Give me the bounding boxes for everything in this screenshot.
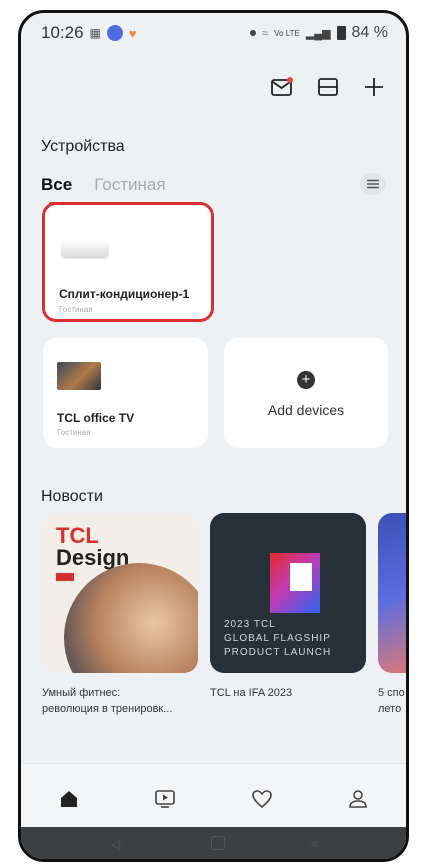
news-text-2: GLOBAL FLAGSHIP — [224, 633, 331, 644]
media-icon — [155, 790, 176, 808]
bottom-navigation — [21, 763, 406, 834]
news-title: Новости — [41, 488, 103, 505]
nav-media[interactable] — [151, 785, 179, 813]
news-text-1: 2023 TCL — [224, 619, 276, 630]
news-caption-line: лето — [378, 703, 402, 715]
news-text-3: PRODUCT LAUNCH — [224, 647, 332, 658]
news-caption-line: Умный фитнес: — [42, 687, 121, 699]
phone-frame: 10:26 ▦ ♥ ≈ Vo LTE ▂▄▆ 84 % Устройства В… — [18, 10, 409, 862]
news-card-fitness[interactable]: TCL Design — [42, 513, 198, 673]
add-devices-label: Add devices — [267, 402, 345, 418]
dot-icon — [249, 30, 256, 36]
device-tabs: Все Гостиная — [41, 175, 166, 205]
status-bar: 10:26 ▦ ♥ ≈ Vo LTE ▂▄▆ 84 % — [21, 13, 406, 53]
status-time: 10:26 — [41, 23, 84, 42]
mail-icon[interactable] — [270, 75, 294, 99]
wifi-icon: ≈ — [261, 26, 269, 40]
device-card-tv[interactable]: TCL office TV Гостиная — [43, 338, 208, 448]
news-card-summer[interactable] — [378, 513, 406, 673]
top-actions — [270, 75, 386, 99]
fitness-photo — [64, 563, 198, 673]
list-view-button[interactable] — [360, 173, 386, 195]
flagship-graphic-inner — [290, 563, 312, 591]
app-badge-icon — [106, 25, 123, 41]
recents-icon[interactable]: ≡ — [311, 837, 318, 851]
heart-notification-icon: ♥ — [128, 25, 137, 41]
news-caption-summer: 5 спо лето — [378, 685, 406, 717]
tv-image — [57, 362, 101, 390]
nav-home[interactable] — [55, 785, 83, 813]
back-icon[interactable]: ◁ — [111, 837, 120, 851]
signal-icon: ▂▄▆ — [305, 27, 331, 40]
news-caption-line: революция в тренировк... — [42, 703, 173, 715]
add-devices-card[interactable]: + Add devices — [224, 338, 388, 448]
notification-icon: ▦ — [89, 26, 101, 40]
scan-icon[interactable] — [316, 75, 340, 99]
device-name: TCL office TV — [57, 411, 135, 425]
nav-profile[interactable] — [344, 785, 372, 813]
network-label: Vo LTE — [274, 28, 300, 38]
air-conditioner-image — [62, 243, 108, 257]
add-icon[interactable] — [362, 75, 386, 99]
news-brand-badge — [56, 573, 74, 581]
battery-icon — [336, 26, 346, 40]
devices-title: Устройства — [41, 138, 125, 155]
news-caption-ifa: TCL на IFA 2023 — [210, 685, 370, 701]
news-caption-fitness: Умный фитнес: революция в тренировк... — [42, 685, 202, 717]
home-circle-icon[interactable] — [211, 836, 225, 850]
profile-icon — [349, 790, 367, 808]
device-room: Гостиная — [57, 428, 91, 437]
menu-icon — [367, 179, 379, 189]
news-caption-line: TCL на IFA 2023 — [210, 687, 293, 699]
battery-percent: 84 % — [351, 24, 388, 41]
news-card-ifa[interactable]: 2023 TCL GLOBAL FLAGSHIP PRODUCT LAUNCH — [210, 513, 366, 673]
system-navigation-bar: ◁ ≡ — [21, 827, 406, 859]
device-room: Гостиная — [59, 305, 93, 314]
nav-favorites[interactable] — [248, 785, 276, 813]
add-device-icon: + — [297, 371, 315, 389]
heart-icon — [251, 790, 272, 809]
tab-all[interactable]: Все — [41, 175, 72, 205]
device-card-ac[interactable]: Сплит-кондиционер-1 Гостиная — [42, 202, 214, 322]
device-name: Сплит-кондиционер-1 — [59, 287, 190, 301]
home-icon — [61, 791, 78, 807]
news-caption-line: 5 спо — [378, 687, 405, 699]
tab-living-room[interactable]: Гостиная — [94, 175, 165, 195]
